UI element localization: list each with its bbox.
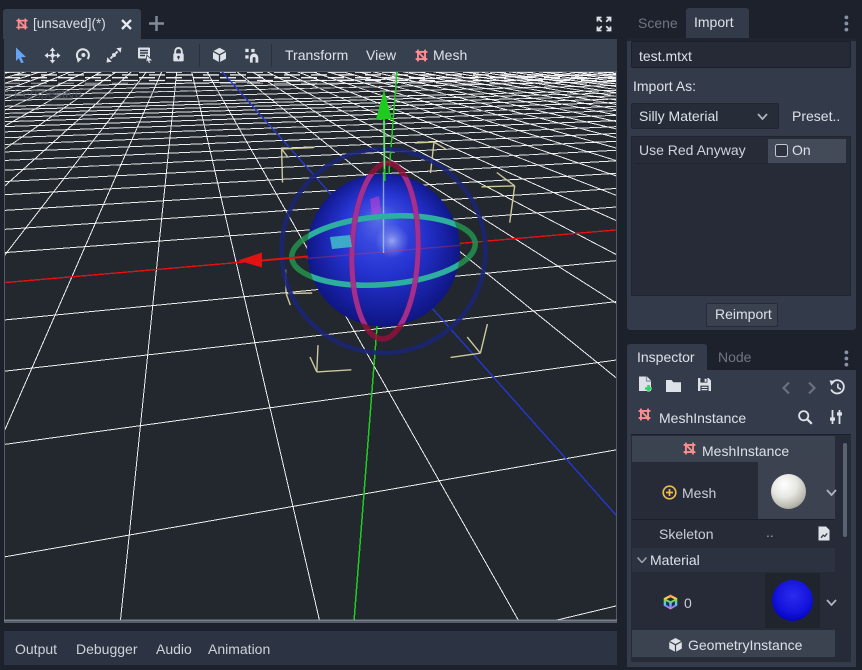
svg-text:Perspective: Perspective (14, 86, 82, 101)
